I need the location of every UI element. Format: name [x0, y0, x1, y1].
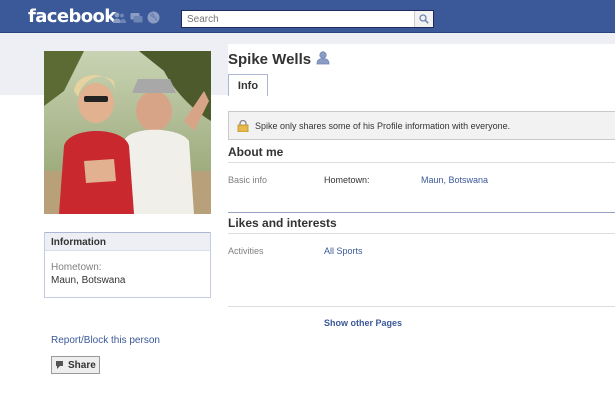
activities-link[interactable]: All Sports [324, 246, 363, 256]
share-button[interactable]: Share [51, 356, 100, 374]
share-button-label: Share [68, 359, 96, 371]
pages-divider [228, 306, 615, 307]
basic-info-label: Basic info [228, 175, 268, 185]
sidebar-hometown-value: Maun, Botswana [51, 275, 126, 286]
notification-jewels [113, 11, 160, 24]
tab-info[interactable]: Info [228, 74, 268, 96]
information-header: Information [45, 232, 210, 251]
search-box [181, 10, 434, 28]
friend-requests-icon[interactable] [113, 11, 126, 24]
hometown-link[interactable]: Maun, Botswana [421, 175, 488, 185]
hometown-key: Hometown: [324, 175, 370, 185]
about-me-title: About me [228, 145, 284, 159]
lock-icon [237, 119, 249, 132]
facebook-logo[interactable]: facebook [28, 6, 116, 27]
information-box: Information Hometown: Maun, Botswana [44, 232, 211, 298]
privacy-notice-text: Spike only shares some of his Profile in… [255, 120, 511, 131]
search-icon [419, 14, 429, 24]
about-divider [228, 162, 615, 163]
sidebar-hometown-label: Hometown: [51, 262, 102, 273]
messages-icon[interactable] [130, 11, 143, 24]
privacy-notice: Spike only shares some of his Profile in… [228, 111, 615, 140]
profile-picture[interactable] [44, 51, 211, 214]
notifications-globe-icon[interactable] [147, 11, 160, 24]
top-navigation-bar: facebook [0, 0, 615, 33]
share-icon [56, 361, 63, 369]
profile-photo-image [44, 51, 211, 214]
report-block-link[interactable]: Report/Block this person [51, 335, 160, 346]
likes-interests-title: Likes and interests [228, 216, 337, 230]
search-input[interactable] [182, 11, 412, 27]
show-other-pages-link[interactable]: Show other Pages [324, 318, 402, 328]
search-button[interactable] [414, 11, 433, 27]
likes-top-divider [228, 212, 615, 213]
profile-name: Spike Wells [228, 51, 312, 68]
activities-label: Activities [228, 246, 264, 256]
add-friend-icon[interactable] [316, 51, 330, 68]
likes-divider [228, 233, 615, 234]
